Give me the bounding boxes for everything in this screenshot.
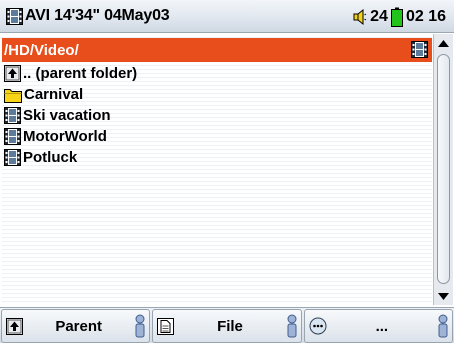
list-item-ski-vacation[interactable]: Ski vacation (4, 105, 424, 126)
battery-icon (390, 7, 403, 27)
video-file-icon (6, 7, 23, 25)
clock: 02 16 (405, 7, 446, 25)
list-item-label: MotorWorld (23, 128, 107, 145)
person-icon (438, 314, 448, 338)
list-item-motorworld[interactable]: MotorWorld (4, 126, 424, 147)
bottom-toolbar: Parent File ... (0, 307, 454, 343)
scroll-down-button[interactable] (434, 287, 453, 305)
parent-folder-icon (4, 65, 21, 82)
folder-icon (4, 88, 22, 103)
video-file-icon (4, 107, 21, 124)
file-button[interactable]: File (152, 309, 302, 343)
status-title: AVI 14'34" 04May03 (25, 7, 170, 24)
file-list: .. (parent folder) Carnival Ski vacation (4, 63, 424, 168)
list-item-label: Potluck (23, 149, 78, 166)
volume-level: 24 (370, 7, 388, 25)
file-button-label: File (217, 317, 243, 335)
list-item-parent-folder[interactable]: .. (parent folder) (4, 63, 424, 84)
person-icon (287, 314, 297, 338)
arrow-down-icon (438, 292, 449, 300)
more-options-icon (309, 317, 327, 335)
status-indicators: 24 02 16 (353, 0, 446, 33)
parent-folder-icon (6, 317, 23, 335)
list-item-label: .. (parent folder) (23, 65, 138, 82)
video-folder-icon (411, 41, 428, 58)
more-options-label: ... (375, 317, 389, 335)
arrow-up-icon (438, 39, 449, 47)
list-item-label: Ski vacation (23, 107, 111, 124)
status-bar: AVI 14'34" 04May03 24 02 16 (0, 0, 454, 33)
scroll-up-button[interactable] (434, 34, 453, 52)
video-file-icon (4, 149, 21, 166)
speaker-icon (353, 8, 367, 25)
scroll-thumb[interactable] (437, 54, 450, 284)
parent-button[interactable]: Parent (1, 309, 151, 343)
file-browser: /HD/Video/ .. (parent folder) Carnival S… (2, 34, 432, 305)
list-item-potluck[interactable]: Potluck (4, 147, 424, 168)
parent-button-label: Parent (55, 317, 102, 335)
list-item-carnival[interactable]: Carnival (4, 84, 424, 105)
vertical-scrollbar[interactable] (433, 34, 453, 305)
file-icon (157, 317, 175, 335)
more-options-button[interactable]: ... (303, 309, 453, 343)
person-icon (135, 314, 145, 338)
list-item-label: Carnival (24, 86, 84, 103)
current-path-bar[interactable]: /HD/Video/ (2, 38, 432, 62)
current-path: /HD/Video/ (4, 41, 79, 59)
video-file-icon (4, 128, 21, 145)
